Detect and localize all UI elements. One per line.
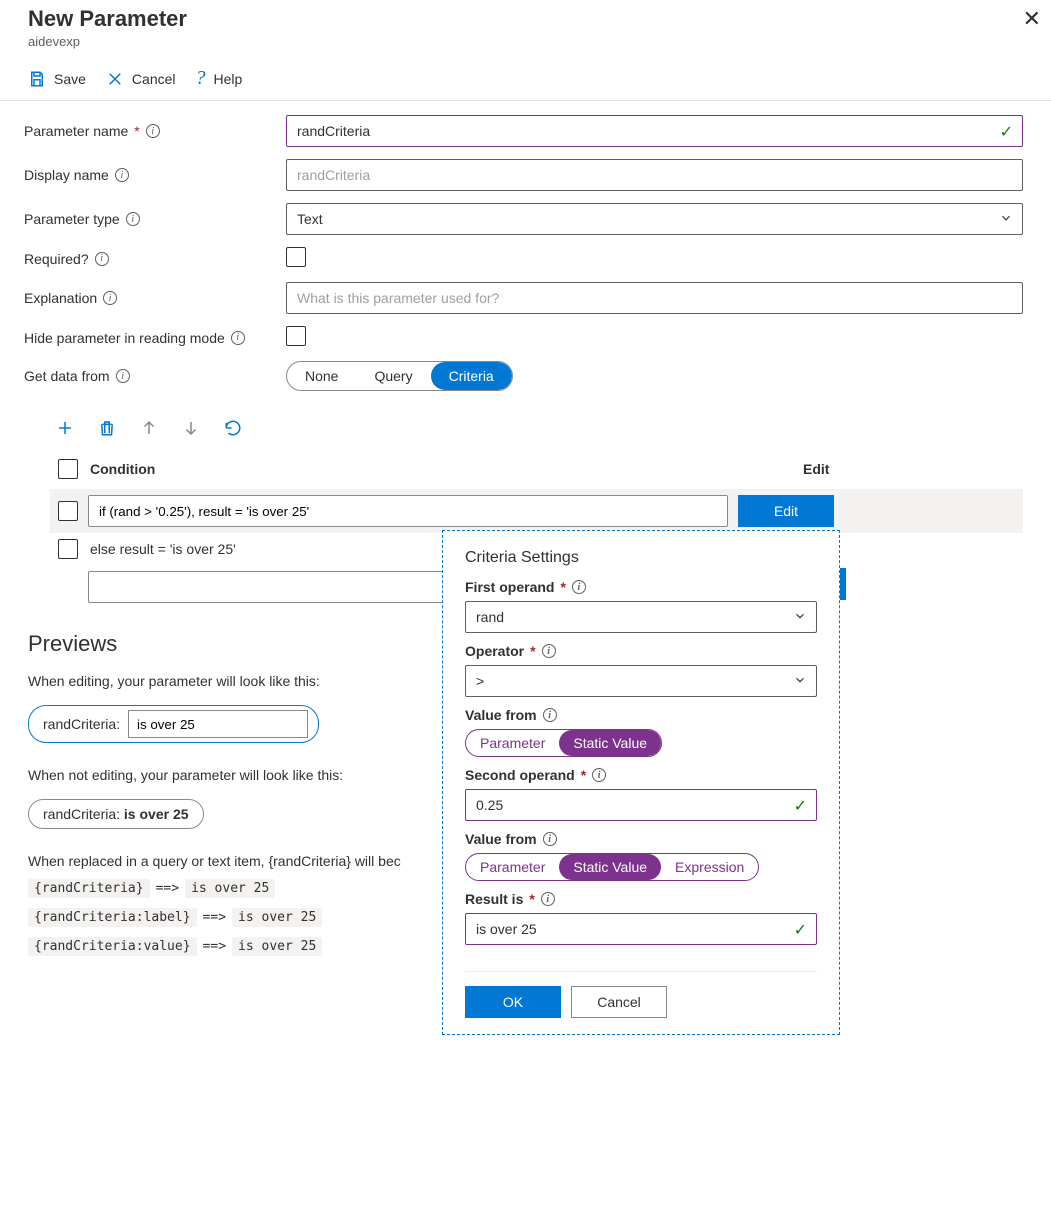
result-is-label: Result is bbox=[465, 891, 523, 907]
operator-select[interactable]: > bbox=[465, 665, 817, 697]
criteria-row-text[interactable] bbox=[88, 495, 728, 527]
help-icon: ? bbox=[196, 67, 206, 90]
result-is-input[interactable] bbox=[465, 913, 817, 945]
preview-static-pill: randCriteria: is over 25 bbox=[28, 799, 204, 829]
second-operand-input[interactable] bbox=[465, 789, 817, 821]
cancel-icon bbox=[106, 70, 124, 88]
pill-static-1[interactable]: Static Value bbox=[559, 730, 661, 756]
cancel-popup-button[interactable]: Cancel bbox=[571, 986, 667, 1018]
hide-reading-label: Hide parameter in reading mode bbox=[24, 330, 225, 346]
value-from-1-label: Value from bbox=[465, 707, 537, 723]
explanation-input[interactable] bbox=[286, 282, 1023, 314]
save-icon bbox=[28, 70, 46, 88]
info-icon[interactable]: i bbox=[95, 252, 109, 266]
save-button[interactable]: Save bbox=[28, 70, 86, 88]
value-from-2-label: Value from bbox=[465, 831, 537, 847]
page-subtitle: aidevexp bbox=[28, 34, 1023, 49]
page-title: New Parameter bbox=[28, 6, 1023, 32]
param-type-select[interactable]: Text bbox=[286, 203, 1023, 235]
operator-label: Operator bbox=[465, 643, 524, 659]
row-checkbox[interactable] bbox=[58, 501, 78, 521]
pill-criteria[interactable]: Criteria bbox=[431, 362, 512, 390]
pill-parameter-1[interactable]: Parameter bbox=[466, 730, 559, 756]
required-checkbox[interactable] bbox=[286, 247, 306, 267]
preview-pill-input[interactable] bbox=[128, 710, 308, 738]
param-type-label: Parameter type bbox=[24, 211, 120, 227]
info-icon[interactable]: i bbox=[542, 644, 556, 658]
criteria-row: Edit bbox=[50, 489, 1023, 533]
pill-query[interactable]: Query bbox=[356, 362, 430, 390]
pill-none[interactable]: None bbox=[287, 362, 356, 390]
preview-pill-label: randCriteria: bbox=[43, 716, 120, 732]
get-data-label: Get data from bbox=[24, 368, 110, 384]
param-name-input[interactable] bbox=[286, 115, 1023, 147]
pill-static-2[interactable]: Static Value bbox=[559, 854, 661, 880]
required-label: Required? bbox=[24, 251, 89, 267]
criteria-settings-popup: Criteria Settings First operand * i rand… bbox=[442, 530, 840, 1035]
value-from-1-group: Parameter Static Value bbox=[465, 729, 662, 757]
popup-title: Criteria Settings bbox=[465, 549, 817, 567]
first-operand-label: First operand bbox=[465, 579, 554, 595]
info-icon[interactable]: i bbox=[146, 124, 160, 138]
check-icon: ✓ bbox=[794, 920, 807, 940]
info-icon[interactable]: i bbox=[116, 369, 130, 383]
info-icon[interactable]: i bbox=[126, 212, 140, 226]
display-name-input[interactable] bbox=[286, 159, 1023, 191]
select-all-checkbox[interactable] bbox=[58, 459, 78, 479]
second-operand-label: Second operand bbox=[465, 767, 575, 783]
row-checkbox[interactable] bbox=[58, 539, 78, 559]
get-data-pill-group: None Query Criteria bbox=[286, 361, 513, 391]
cancel-button[interactable]: Cancel bbox=[106, 70, 176, 88]
move-down-icon[interactable] bbox=[182, 419, 200, 437]
value-from-2-group: Parameter Static Value Expression bbox=[465, 853, 759, 881]
pill-parameter-2[interactable]: Parameter bbox=[466, 854, 559, 880]
info-icon[interactable]: i bbox=[541, 892, 555, 906]
explanation-label: Explanation bbox=[24, 290, 97, 306]
criteria-row-text: else result = 'is over 25' bbox=[88, 541, 236, 557]
ok-button[interactable]: OK bbox=[465, 986, 561, 1018]
check-icon: ✓ bbox=[794, 796, 807, 816]
param-name-label: Parameter name bbox=[24, 123, 128, 139]
help-button[interactable]: ? Help bbox=[196, 67, 243, 90]
info-icon[interactable]: i bbox=[572, 580, 586, 594]
required-asterisk: * bbox=[134, 123, 139, 139]
edit-criteria-button[interactable]: Edit bbox=[738, 495, 834, 527]
delete-icon[interactable] bbox=[98, 419, 116, 437]
refresh-icon[interactable] bbox=[224, 419, 242, 437]
info-icon[interactable]: i bbox=[231, 331, 245, 345]
info-icon[interactable]: i bbox=[543, 708, 557, 722]
info-icon[interactable]: i bbox=[592, 768, 606, 782]
move-up-icon[interactable] bbox=[140, 419, 158, 437]
info-icon[interactable]: i bbox=[103, 291, 117, 305]
edit-header: Edit bbox=[803, 461, 1023, 477]
check-icon: ✓ bbox=[1000, 122, 1013, 142]
info-icon[interactable]: i bbox=[115, 168, 129, 182]
hide-reading-checkbox[interactable] bbox=[286, 326, 306, 346]
condition-header: Condition bbox=[90, 461, 155, 477]
preview-edit-pill: randCriteria: bbox=[28, 705, 319, 743]
add-icon[interactable] bbox=[56, 419, 74, 437]
info-icon[interactable]: i bbox=[543, 832, 557, 846]
close-icon[interactable]: ✕ bbox=[1023, 6, 1041, 32]
display-name-label: Display name bbox=[24, 167, 109, 183]
pill-expression[interactable]: Expression bbox=[661, 854, 758, 880]
first-operand-select[interactable]: rand bbox=[465, 601, 817, 633]
